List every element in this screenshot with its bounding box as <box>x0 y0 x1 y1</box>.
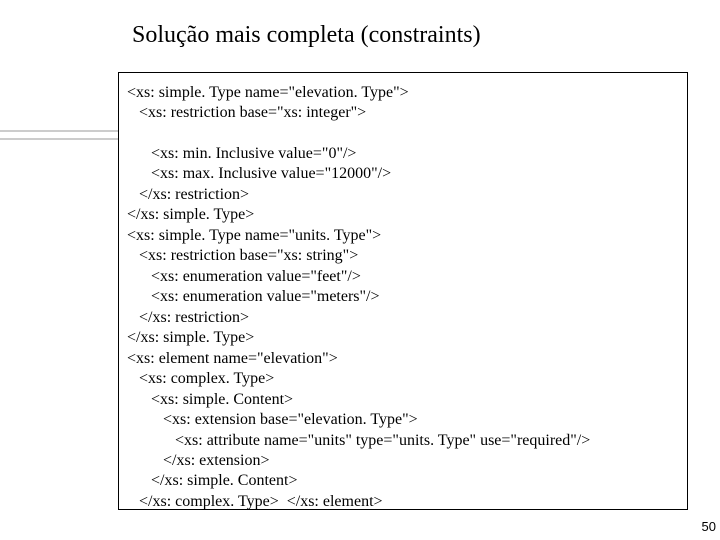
blank-line <box>127 124 679 144</box>
code-line: <xs: complex. Type> <box>127 369 679 389</box>
code-line: <xs: element name="elevation"> <box>127 349 679 369</box>
code-line: </xs: restriction> <box>127 185 679 205</box>
code-line: </xs: simple. Content> <box>127 471 679 491</box>
decorative-stripe <box>0 130 118 132</box>
code-line: <xs: simple. Type name="elevation. Type"… <box>127 83 679 103</box>
page-title: Solução mais completa (constraints) <box>132 22 481 49</box>
code-line: <xs: enumeration value="meters"/> <box>127 287 679 307</box>
code-line: <xs: min. Inclusive value="0"/> <box>127 144 679 164</box>
code-line: <xs: restriction base="xs: integer"> <box>127 103 679 123</box>
code-line: <xs: extension base="elevation. Type"> <box>127 410 679 430</box>
code-line: <xs: restriction base="xs: string"> <box>127 246 679 266</box>
code-line: <xs: simple. Content> <box>127 390 679 410</box>
code-line: <xs: enumeration value="feet"/> <box>127 267 679 287</box>
code-line: <xs: attribute name="units" type="units.… <box>127 431 679 451</box>
code-line: </xs: simple. Type> <box>127 328 679 348</box>
code-line: </xs: restriction> <box>127 308 679 328</box>
code-line: </xs: simple. Type> <box>127 205 679 225</box>
page-number: 50 <box>702 519 716 534</box>
code-container: <xs: simple. Type name="elevation. Type"… <box>118 72 688 510</box>
decorative-stripe <box>0 138 118 140</box>
code-line: <xs: simple. Type name="units. Type"> <box>127 226 679 246</box>
code-line: </xs: complex. Type> </xs: element> <box>127 492 679 512</box>
code-line: <xs: max. Inclusive value="12000"/> <box>127 164 679 184</box>
code-line: </xs: extension> <box>127 451 679 471</box>
